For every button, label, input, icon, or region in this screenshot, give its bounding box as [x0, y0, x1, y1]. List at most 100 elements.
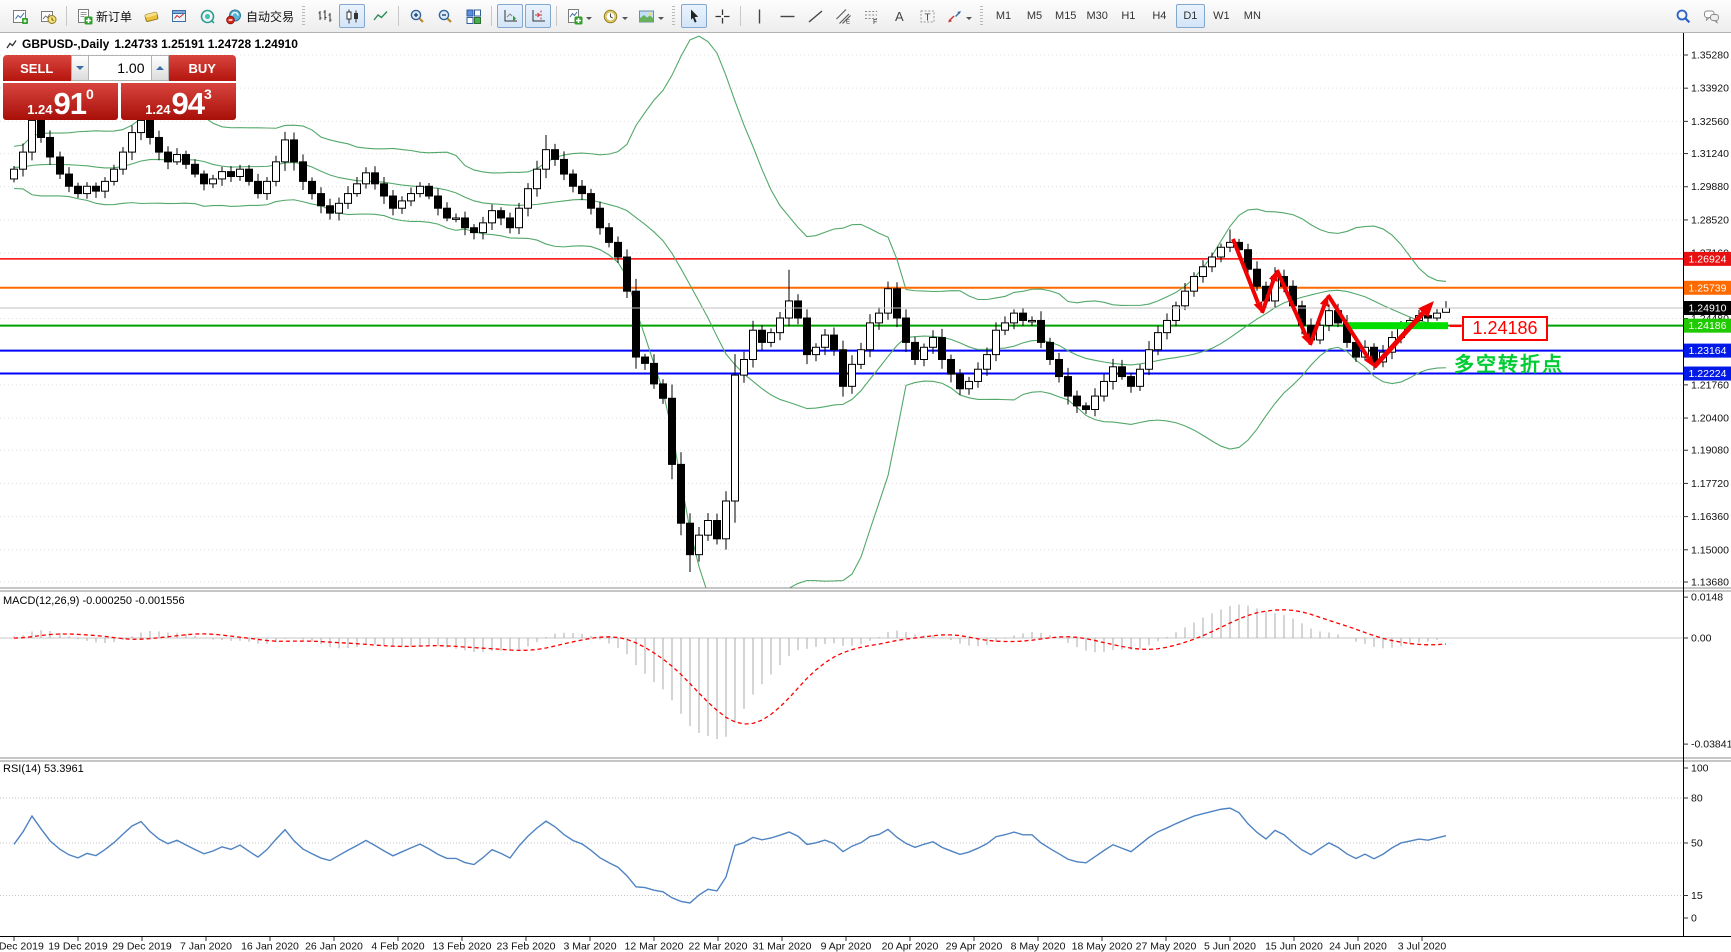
svg-text:1.16360: 1.16360 — [1691, 511, 1729, 523]
toolbar-grip[interactable] — [980, 6, 984, 26]
zoom-out-button[interactable] — [432, 4, 458, 28]
svg-text:18 May 2020: 18 May 2020 — [1072, 941, 1133, 952]
svg-text:7 Jan 2020: 7 Jan 2020 — [180, 941, 232, 952]
chevron-down-icon — [622, 16, 629, 23]
buy-price-pip: 3 — [204, 86, 212, 102]
svg-text:0.0148: 0.0148 — [1691, 592, 1723, 604]
volume-increase-button[interactable] — [150, 55, 169, 81]
svg-text:1.32560: 1.32560 — [1691, 116, 1729, 128]
svg-text:80: 80 — [1691, 793, 1703, 805]
tab-timeframe-mn[interactable]: MN — [1238, 4, 1267, 28]
equidistant-channel-tool-button[interactable]: E — [830, 4, 856, 28]
svg-text:13 Feb 2020: 13 Feb 2020 — [433, 941, 492, 952]
volume-input[interactable] — [88, 55, 151, 81]
new-chart-button[interactable] — [7, 4, 33, 28]
annotation-text[interactable]: 多空转折点 — [1454, 348, 1564, 377]
svg-text:0.00: 0.00 — [1691, 633, 1712, 645]
buy-price-big: 94 — [171, 86, 205, 121]
svg-text:1.17720: 1.17720 — [1691, 478, 1729, 490]
text-label-tool-button[interactable]: T — [914, 4, 940, 28]
svg-text:100: 100 — [1691, 763, 1709, 775]
add-indicator-button[interactable] — [562, 4, 596, 28]
sell-price-prefix: 1.24 — [27, 102, 53, 117]
svg-text:50: 50 — [1691, 838, 1703, 850]
vertical-line-tool-button[interactable] — [746, 4, 772, 28]
text-tool-button[interactable]: A — [886, 4, 912, 28]
chat-button[interactable] — [1698, 4, 1724, 28]
sell-button[interactable]: SELL — [3, 55, 71, 81]
tab-timeframe-m30[interactable]: M30 — [1082, 4, 1111, 28]
svg-text:26 Jan 2020: 26 Jan 2020 — [305, 941, 363, 952]
svg-text:3 Jul 2020: 3 Jul 2020 — [1398, 941, 1447, 952]
toolbar-separator — [491, 6, 493, 26]
svg-text:-0.038415: -0.038415 — [1691, 739, 1731, 751]
tab-timeframe-m5[interactable]: M5 — [1020, 4, 1049, 28]
tick-chart-button[interactable] — [138, 4, 164, 28]
tab-timeframe-m15[interactable]: M15 — [1051, 4, 1080, 28]
horizontal-line-tool-button[interactable] — [774, 4, 800, 28]
sell-price-big: 91 — [53, 86, 87, 121]
autotrading-button[interactable]: 自动交易 — [222, 4, 298, 28]
templates-dropdown-button[interactable] — [634, 4, 668, 28]
macd-indicator-label: MACD(12,26,9) -0.000250 -0.001556 — [3, 595, 185, 607]
tab-timeframe-h1[interactable]: H1 — [1114, 4, 1143, 28]
svg-text:1.31240: 1.31240 — [1691, 148, 1729, 160]
svg-text:1.33920: 1.33920 — [1691, 83, 1729, 95]
svg-text:12 Mar 2020: 12 Mar 2020 — [625, 941, 684, 952]
svg-text:3 Mar 2020: 3 Mar 2020 — [563, 941, 616, 952]
buy-button[interactable]: BUY — [168, 55, 236, 81]
svg-text:15 Jun 2020: 15 Jun 2020 — [1265, 941, 1323, 952]
svg-text:1.29880: 1.29880 — [1691, 181, 1729, 193]
symbol-period-label: GBPUSD-,Daily — [22, 37, 110, 51]
new-order-button[interactable]: 新订单 — [72, 4, 136, 28]
chart-canvas[interactable]: 1.35280 1.33920 1.32560 1.31240 1.29880 1.285… — [0, 0, 1731, 952]
cursor-tool-button[interactable] — [681, 4, 708, 28]
chevron-down-icon — [658, 16, 665, 23]
toolbar-separator — [740, 6, 742, 26]
bar-chart-type-button[interactable] — [311, 4, 337, 28]
new-order-label: 新订单 — [96, 9, 133, 24]
chevron-down-icon — [966, 16, 973, 23]
trendline-tool-button[interactable] — [802, 4, 828, 28]
volume-decrease-button[interactable] — [70, 55, 89, 81]
chart-shift-button[interactable] — [525, 4, 552, 28]
tab-timeframe-w1[interactable]: W1 — [1207, 4, 1236, 28]
zoom-in-button[interactable] — [404, 4, 430, 28]
svg-text:19 Dec 2019: 19 Dec 2019 — [48, 941, 108, 952]
svg-text:20 Apr 2020: 20 Apr 2020 — [882, 941, 939, 952]
search-button[interactable] — [1670, 4, 1696, 28]
price-callout-label[interactable]: 1.24186 — [1462, 316, 1548, 341]
candlestick-chart-type-button[interactable] — [339, 4, 366, 28]
fibonacci-tool-button[interactable]: F — [858, 4, 884, 28]
toolbar-grip[interactable] — [302, 6, 306, 26]
ohlc-values: 1.24733 1.25191 1.24728 1.24910 — [114, 37, 298, 51]
auto-scroll-button[interactable] — [497, 4, 524, 28]
svg-text:4 Feb 2020: 4 Feb 2020 — [371, 941, 424, 952]
triangle-down-icon — [75, 66, 84, 74]
market-watch-button[interactable] — [166, 4, 192, 28]
profiles-button[interactable] — [35, 4, 61, 28]
tile-windows-button[interactable] — [460, 4, 486, 28]
periods-dropdown-button[interactable] — [598, 4, 632, 28]
sell-price-display[interactable]: 1.24 91 0 — [3, 83, 118, 120]
toolbar: 新订单 自动交易 E F A T M1 M5 M15 M30 H1 H4 D1 … — [0, 0, 1731, 33]
autotrading-label: 自动交易 — [246, 9, 295, 24]
svg-text:1.25739: 1.25739 — [1689, 282, 1727, 294]
terminal-window: 新订单 自动交易 E F A T M1 M5 M15 M30 H1 H4 D1 … — [0, 0, 1731, 952]
svg-text:A: A — [895, 9, 904, 24]
svg-text:15: 15 — [1691, 890, 1703, 902]
data-window-button[interactable] — [194, 4, 220, 28]
line-chart-type-button[interactable] — [367, 4, 393, 28]
rsi-indicator-label: RSI(14) 53.3961 — [3, 763, 84, 775]
toolbar-grip[interactable] — [672, 6, 676, 26]
crosshair-tool-button[interactable] — [709, 4, 735, 28]
toolbar-separator — [398, 6, 400, 26]
svg-text:29 Apr 2020: 29 Apr 2020 — [946, 941, 1003, 952]
svg-text:E: E — [846, 19, 850, 25]
svg-text:8 May 2020: 8 May 2020 — [1011, 941, 1066, 952]
tab-timeframe-h4[interactable]: H4 — [1145, 4, 1174, 28]
arrows-tool-button[interactable] — [942, 4, 976, 28]
tab-timeframe-m1[interactable]: M1 — [989, 4, 1018, 28]
tab-timeframe-d1[interactable]: D1 — [1175, 4, 1205, 28]
buy-price-display[interactable]: 1.24 94 3 — [121, 83, 236, 120]
